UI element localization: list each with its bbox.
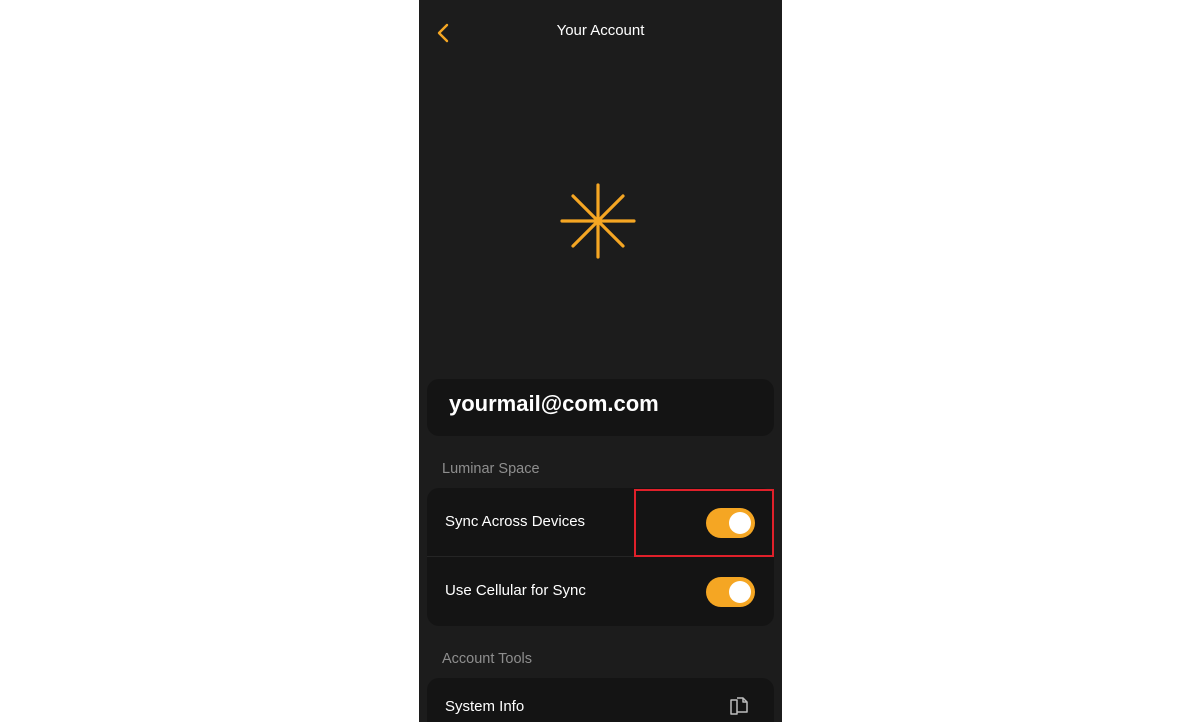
use-cellular-for-sync-label: Use Cellular for Sync: [445, 582, 586, 599]
phone-screen: Your Account yourmail@com.com Luminar Sp…: [419, 0, 782, 722]
highlight-annotation-box: [634, 489, 774, 557]
account-tools-card: System Info: [427, 678, 774, 722]
page-title: Your Account: [556, 22, 645, 39]
copy-icon[interactable]: [728, 695, 750, 717]
account-email: yourmail@com.com: [449, 391, 659, 416]
system-info-row[interactable]: System Info: [427, 678, 774, 722]
section-header-account-tools: Account Tools: [442, 651, 533, 667]
section-header-luminar-space: Luminar Space: [442, 461, 540, 477]
system-info-label: System Info: [445, 698, 525, 715]
account-email-card: yourmail@com.com: [427, 379, 774, 436]
luminar-star-icon: [560, 183, 636, 259]
navigation-bar: Your Account: [419, 0, 782, 66]
sync-across-devices-label: Sync Across Devices: [445, 513, 586, 530]
use-cellular-for-sync-toggle[interactable]: [706, 577, 755, 607]
toggle-knob: [729, 581, 751, 603]
use-cellular-for-sync-row: Use Cellular for Sync: [427, 557, 774, 626]
